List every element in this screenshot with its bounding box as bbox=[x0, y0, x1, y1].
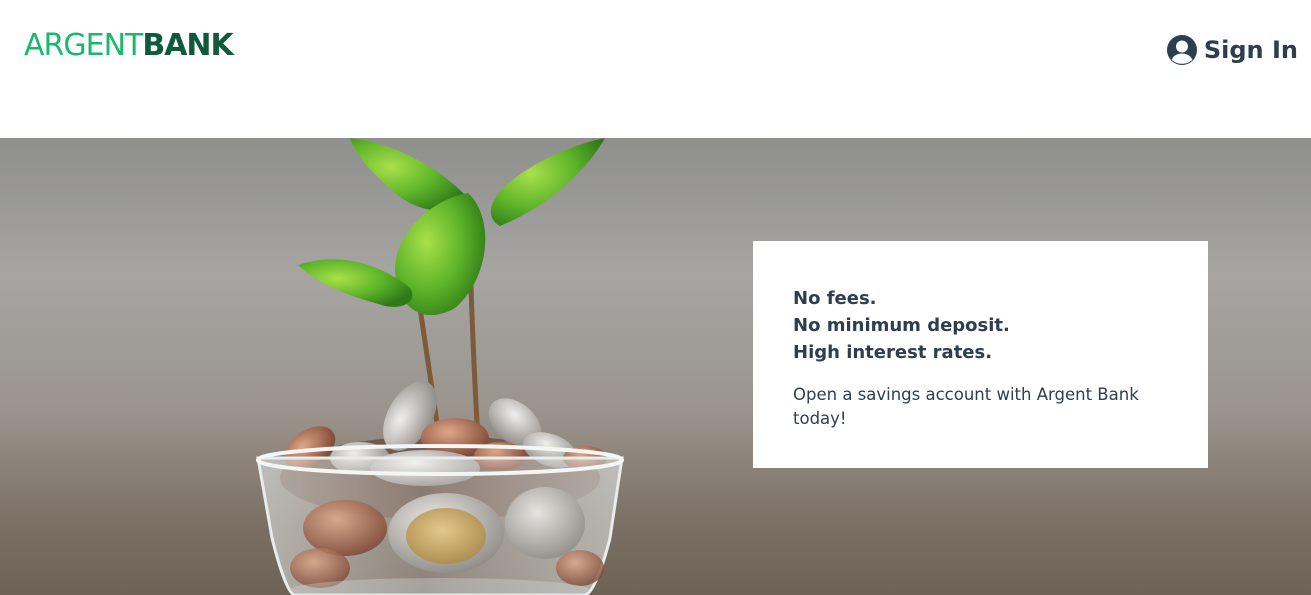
promo-text: Open a savings account with Argent Bank … bbox=[793, 385, 1139, 428]
promo-subtitle: High interest rates. bbox=[793, 342, 993, 363]
promo-subtitle: No minimum deposit. bbox=[793, 315, 1010, 336]
logo-text-argent: ARGENT bbox=[24, 28, 143, 63]
logo-link[interactable]: ARGENTBANK bbox=[24, 27, 234, 65]
sign-in-link[interactable]: Sign In bbox=[1166, 31, 1298, 69]
user-circle-icon bbox=[1166, 35, 1197, 65]
hero-banner: No fees. No minimum deposit. High intere… bbox=[0, 138, 1311, 595]
logo-text-bank: BANK bbox=[142, 28, 233, 63]
promo-subtitle: No fees. bbox=[793, 288, 877, 309]
promo-card: No fees. No minimum deposit. High intere… bbox=[753, 241, 1208, 468]
page: ARGENTBANK Sign In No fees. No minimum d… bbox=[0, 0, 1311, 595]
sign-in-label: Sign In bbox=[1203, 36, 1298, 64]
main-nav: ARGENTBANK Sign In bbox=[0, 0, 1311, 138]
